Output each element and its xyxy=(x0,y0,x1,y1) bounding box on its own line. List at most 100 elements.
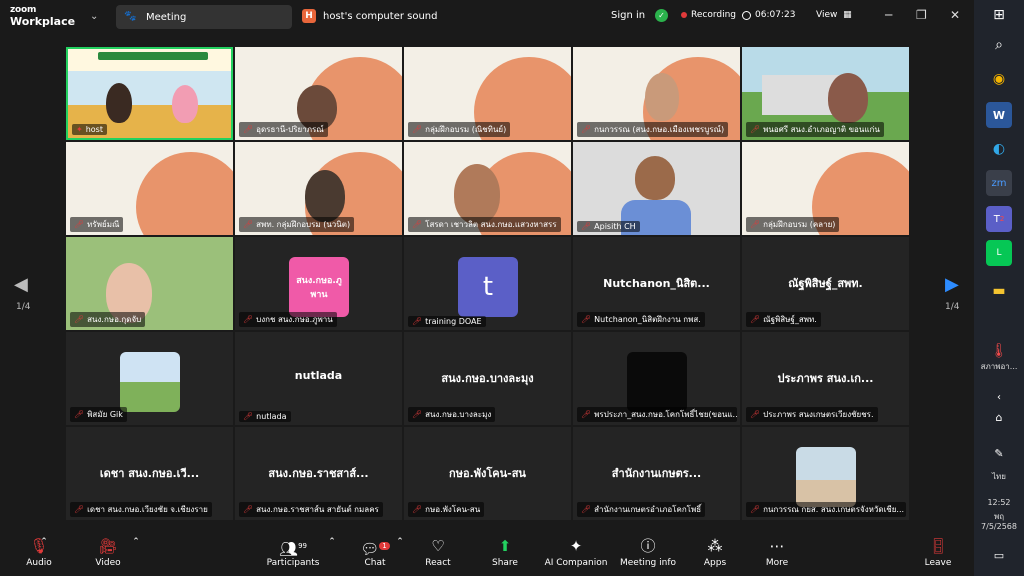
tile-name: training DOAE xyxy=(425,317,482,326)
tab-meeting[interactable]: 🐾 Meeting xyxy=(116,5,292,29)
notification-icon[interactable]: ▭ xyxy=(986,542,1012,568)
audio-label: Audio xyxy=(26,558,52,568)
person-right xyxy=(172,85,198,123)
brand-bottom: Workplace xyxy=(10,15,76,28)
participant-tile[interactable]: 🎤︎ ทรัพย์มณี xyxy=(66,142,233,235)
weather-text[interactable]: สภาพอา... xyxy=(974,360,1024,373)
chrome-icon[interactable]: ◉ xyxy=(986,66,1012,92)
meeting-info-button[interactable]: ⓘ Meeting info xyxy=(613,537,683,568)
mic-muted-icon: 🎤︎ xyxy=(750,505,761,514)
tile-name: พนอศรี สนง.อำเภอญาติ ขอนแก่น xyxy=(763,125,880,134)
shield-icon[interactable]: ✓ xyxy=(655,9,668,22)
sparkle-icon: ✦ xyxy=(569,537,583,555)
profile-image xyxy=(627,352,687,412)
react-button[interactable]: ♡ React xyxy=(403,537,473,568)
more-button[interactable]: ⋯ More xyxy=(742,537,812,568)
participant-tile[interactable]: 🎤︎ อุดรธานี-ปริยาภรณ์ xyxy=(235,47,402,140)
zoom-logo: zoom Workplace xyxy=(10,5,90,27)
participant-tile[interactable]: 🎤︎ พรประภา_สนง.กษอ.โคกโพธิ์ไชย(ขอนแ... xyxy=(573,332,740,425)
participant-tile[interactable]: 🎤︎ สพท. กลุ่มฝึกอบรม (นวนิต) xyxy=(235,142,402,235)
participant-tile[interactable]: 🎤︎ โสรดา เชาวลิต สนง.กษอ.แสวงหาสรร xyxy=(404,142,571,235)
leave-icon: 🚪︎ xyxy=(928,537,948,555)
apps-button[interactable]: ⁂ Apps xyxy=(680,537,750,568)
tile-label: 🎤︎ ณัฐพิสิษฐ์_สพท. xyxy=(746,312,821,327)
tile-label: ✦ host xyxy=(72,124,107,135)
mic-muted-icon: 🎤︎ xyxy=(412,125,423,134)
participant-tile[interactable]: ✦ host xyxy=(66,47,233,140)
recording-indicator[interactable]: Recording xyxy=(681,10,736,20)
participant-tile[interactable]: t 🎤︎ training DOAE xyxy=(404,237,571,330)
participant-tile[interactable]: 🎤︎ สนง.กษอ.กุดจับ xyxy=(66,237,233,330)
teams-icon[interactable]: T2 xyxy=(986,206,1012,232)
tile-name: สำนักงานเกษตรอำเภอโคกโพธิ์ xyxy=(594,505,702,514)
ai-companion-button[interactable]: ✦ AI Companion xyxy=(541,537,611,568)
network-icon[interactable]: ⌂ xyxy=(986,404,1012,430)
tile-name: ณัฐพิสิษฐ์_สพท. xyxy=(763,315,817,324)
participant-tile[interactable]: ณัฐพิสิษฐ์_สพท. 🎤︎ ณัฐพิสิษฐ์_สพท. xyxy=(742,237,909,330)
participant-tile[interactable]: เดชา สนง.กษอ.เวี... 🎤︎ เดชา สนง.กษอ.เวียง… xyxy=(66,427,233,520)
page-indicator-left: 1/4 xyxy=(16,302,31,312)
participant-tile[interactable]: 🎤︎ กนกวรรณ กยส. สนง.เกษตรจังหวัดเชีย... xyxy=(742,427,909,520)
audio-options-icon[interactable]: ⌃ xyxy=(34,537,54,547)
video-options-icon[interactable]: ⌃ xyxy=(126,537,146,547)
chevron-down-icon[interactable]: ⌄ xyxy=(90,11,98,22)
tile-name: สนง.กษอ.บางละมุง xyxy=(425,410,492,419)
search-icon[interactable]: ⌕ xyxy=(986,32,1012,58)
close-icon[interactable]: ✕ xyxy=(950,8,960,22)
next-page-icon[interactable]: ▶ xyxy=(945,274,959,295)
tab-host-sound[interactable]: H host's computer sound xyxy=(302,9,437,23)
file-explorer-icon[interactable]: ▬ xyxy=(986,278,1012,304)
view-label: View xyxy=(816,10,838,20)
participant-tile[interactable]: nutlada 🎤︎ nutlada xyxy=(235,332,402,425)
edge-icon[interactable]: ◐ xyxy=(986,136,1012,162)
leave-button[interactable]: 🚪︎ Leave xyxy=(903,537,973,568)
participant-tile[interactable]: สนง.กษอ.ภูพาน 🎤︎ บงกช สนง.กษอ.ภูพาน xyxy=(235,237,402,330)
mic-muted-icon: 🎤︎ xyxy=(243,125,254,134)
maximize-icon[interactable]: ❐ xyxy=(916,8,927,22)
apps-label: Apps xyxy=(703,558,727,568)
sign-in-link[interactable]: Sign in xyxy=(611,10,645,21)
participant-tile[interactable]: สำนักงานเกษตร... 🎤︎ สำนักงานเกษตรอำเภอโคก… xyxy=(573,427,740,520)
tab-meeting-label: Meeting xyxy=(146,11,187,23)
minimize-icon[interactable]: ─ xyxy=(885,8,892,22)
mic-muted-icon: 🎤︎ xyxy=(412,505,423,514)
participant-tile[interactable]: 🎤︎ กนกวรรณ (สนง.กษอ.เมืองเพชรบูรณ์) xyxy=(573,47,740,140)
tile-name: Apisith CH xyxy=(594,222,636,231)
zoom-app-icon[interactable]: zm xyxy=(986,170,1012,196)
participant-tile[interactable]: ประภาพร สนง.เก... 🎤︎ ประภาพร สนงเกษตรเวีย… xyxy=(742,332,909,425)
previous-page-icon[interactable]: ◀ xyxy=(14,274,28,295)
share-button[interactable]: ⬆ Share xyxy=(470,537,540,568)
mic-muted-icon: 🎤︎ xyxy=(581,410,592,419)
mic-muted-icon: 🎤︎ xyxy=(750,410,761,419)
participant-tile[interactable]: 🎤︎ กลุ่มฝึกอบรม (คลาย) xyxy=(742,142,909,235)
participant-tile[interactable]: Nutchanon_นิสิต... 🎤︎ Nutchanon_นิสิตฝึกง… xyxy=(573,237,740,330)
participant-display-name: กษอ.พังโคน-สน xyxy=(449,467,526,480)
participants-options-icon[interactable]: ⌃ xyxy=(322,537,342,547)
mic-muted-icon: 🎤︎ xyxy=(750,125,761,134)
mic-muted-icon: 🎤︎ xyxy=(581,125,592,134)
windows-start-icon[interactable]: ⊞ xyxy=(986,2,1012,28)
participant-tile[interactable]: สนง.กษอ.บางละมุง 🎤︎ สนง.กษอ.บางละมุง xyxy=(404,332,571,425)
line-icon[interactable]: L xyxy=(986,240,1012,266)
tile-label: 🎤︎ พรประภา_สนง.กษอ.โคกโพธิ์ไชย(ขอนแ... xyxy=(577,407,737,422)
meeting-timer: 06:07:23 xyxy=(742,10,795,20)
meeting-info-label: Meeting info xyxy=(619,558,677,568)
participant-display-name: สนง.กษอ.บางละมุง xyxy=(441,372,534,385)
leave-label: Leave xyxy=(924,558,952,568)
taskbar-time[interactable]: 12:52 xyxy=(974,498,1024,507)
participant-tile[interactable]: กษอ.พังโคน-สน 🎤︎ กษอ.พังโคน-สน xyxy=(404,427,571,520)
participant-tile[interactable]: 🎤︎ Apisith CH xyxy=(573,142,740,235)
pen-icon[interactable]: ✎ xyxy=(986,440,1012,466)
participant-tile[interactable]: 🎤︎ พิสมัย Gik xyxy=(66,332,233,425)
participant-tile[interactable]: สนง.กษอ.ราชสาส์... 🎤︎ สนง.กษอ.ราชสาส์น สา… xyxy=(235,427,402,520)
participant-tile[interactable]: 🎤︎ พนอศรี สนง.อำเภอญาติ ขอนแก่น xyxy=(742,47,909,140)
mic-muted-icon: 🎤︎ xyxy=(750,220,761,229)
heart-icon: ♡ xyxy=(431,537,445,555)
tile-name: พรประภา_สนง.กษอ.โคกโพธิ์ไชย(ขอนแ... xyxy=(594,410,737,419)
video-grid: ✦ host 🎤︎ อุดรธานี-ปริยาภรณ์ 🎤︎ กลุ่มฝึกอบร… xyxy=(66,47,909,520)
input-language[interactable]: ไทย xyxy=(974,470,1024,483)
word-icon[interactable]: W xyxy=(986,102,1012,128)
view-button[interactable]: View ▦ xyxy=(816,10,852,20)
participant-tile[interactable]: 🎤︎ กลุ่มฝึกอบรม (ณิชทินย์) xyxy=(404,47,571,140)
participants-button[interactable]: 👥︎99 Participants xyxy=(258,537,328,568)
